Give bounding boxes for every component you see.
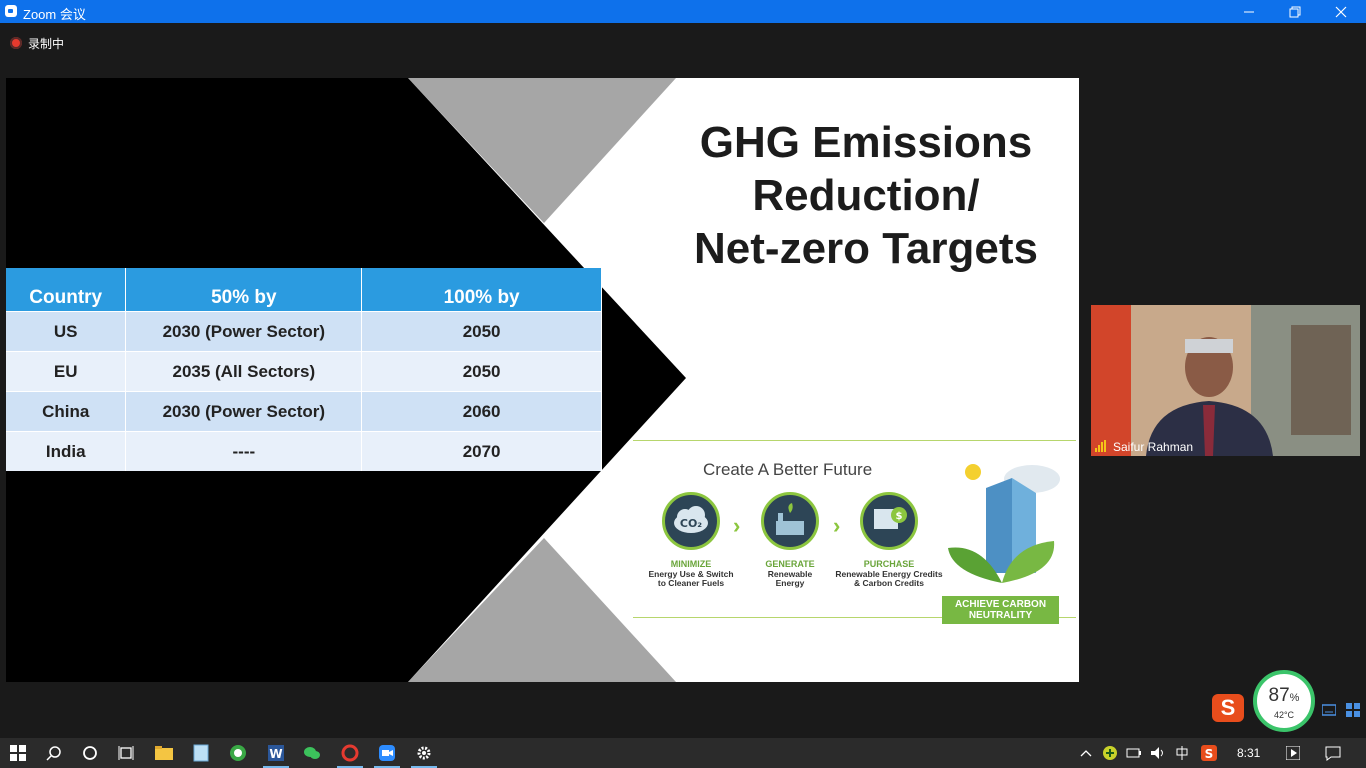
- step-desc: Renewable Energy Credits & Carbon Credit…: [834, 570, 944, 588]
- cpu-temperature: 42°C: [1273, 710, 1295, 720]
- step-desc-line: to Cleaner Fuels: [657, 578, 725, 588]
- sogou-ime-icon[interactable]: S: [1212, 694, 1244, 722]
- table-cell: 2070: [361, 431, 602, 471]
- browser-icon[interactable]: [228, 743, 248, 763]
- title-line-1: GHG Emissions: [699, 118, 1033, 167]
- graphic-top-divider: [633, 440, 1076, 441]
- zoom-app-icon: [5, 5, 17, 17]
- table-row: China 2030 (Power Sector) 2060: [6, 391, 602, 432]
- step-title: MINIMIZE: [670, 559, 712, 569]
- minimize-button[interactable]: [1226, 0, 1272, 23]
- percent-sign: %: [1289, 692, 1300, 704]
- recording-indicator[interactable]: 录制中: [10, 35, 64, 51]
- settings-gear-icon[interactable]: [414, 743, 434, 763]
- zoom-taskbar-icon[interactable]: [377, 743, 397, 763]
- taskbar-clock[interactable]: 8:31: [1237, 746, 1260, 760]
- co2-label: CO₂: [680, 517, 702, 530]
- step-title: PURCHASE: [863, 559, 915, 569]
- recording-label: 录制中: [28, 36, 65, 51]
- achieve-carbon-neutrality-badge: ACHIEVE CARBON NEUTRALITY: [942, 596, 1059, 624]
- file-explorer-icon[interactable]: [154, 743, 174, 763]
- achieve-line-2: NEUTRALITY: [968, 610, 1033, 621]
- sogou-tray-icon[interactable]: S: [1199, 743, 1219, 763]
- cpu-percent: 87%: [1257, 685, 1311, 707]
- participant-video-feed: [1091, 305, 1360, 456]
- graphic-heading: Create A Better Future: [703, 460, 873, 479]
- restore-icon: [1289, 6, 1301, 17]
- svg-text:S: S: [1205, 747, 1214, 761]
- slide-title: GHG Emissions Reduction/ Net-zero Target…: [666, 116, 1066, 275]
- svg-text:W: W: [269, 747, 282, 761]
- windows-start-icon[interactable]: [8, 743, 28, 763]
- chevron-right-icon: ›: [833, 513, 841, 538]
- window-titlebar: Zoom 会议: [0, 0, 1366, 23]
- certificate-icon: $: [860, 492, 918, 550]
- window-title: Zoom 会议: [23, 7, 86, 22]
- step-desc: Energy Use & Switch to Cleaner Fuels: [636, 570, 746, 588]
- table-cell: 2035 (All Sectors): [125, 351, 363, 392]
- close-icon: [1335, 6, 1347, 17]
- percent-value: 87: [1268, 685, 1290, 706]
- close-button[interactable]: [1318, 0, 1364, 23]
- table-row: EU 2035 (All Sectors) 2050: [6, 351, 602, 392]
- svg-text:$: $: [896, 511, 903, 522]
- green-building-icon: [948, 464, 1060, 583]
- task-view-icon[interactable]: [116, 743, 136, 763]
- step-desc-line: & Carbon Credits: [854, 578, 924, 588]
- co2-cloud-icon: CO₂: [662, 492, 720, 550]
- table-cell: 2050: [361, 311, 602, 352]
- factory-icon: [761, 492, 819, 550]
- title-line-3: Net-zero Targets: [694, 224, 1038, 273]
- participant-name: Saifur Rahman: [1113, 440, 1194, 454]
- table-header-row: Country 50% by 100% by: [6, 268, 602, 312]
- table-row: India ---- 2070: [6, 431, 602, 471]
- table-cell: 2030 (Power Sector): [125, 311, 363, 352]
- volume-icon[interactable]: [1148, 743, 1168, 763]
- keyboard-icon[interactable]: [1322, 703, 1336, 717]
- title-line-2: Reduction/: [752, 171, 980, 220]
- table-cell: 2060: [361, 391, 602, 432]
- chevron-right-icon: ›: [733, 513, 741, 538]
- chevron-up-icon[interactable]: [1076, 743, 1096, 763]
- app-red-icon[interactable]: [340, 743, 360, 763]
- table-cell: US: [6, 311, 127, 352]
- minimize-icon: [1244, 11, 1254, 12]
- column-header: 50% by: [125, 268, 363, 312]
- column-header: Country: [6, 268, 127, 312]
- word-icon[interactable]: W: [266, 743, 286, 763]
- participant-video[interactable]: Saifur Rahman: [1091, 305, 1360, 456]
- step-title: GENERATE: [765, 559, 815, 569]
- media-play-icon[interactable]: [1283, 743, 1303, 763]
- targets-table: Country 50% by 100% by US 2030 (Power Se…: [6, 268, 602, 471]
- shared-slide: GHG Emissions Reduction/ Net-zero Target…: [6, 78, 1079, 682]
- column-header: 100% by: [361, 268, 602, 312]
- step-desc-line: Energy: [775, 578, 805, 588]
- windows-taskbar: W S 8:31: [0, 738, 1366, 768]
- record-icon: [10, 37, 22, 49]
- wechat-icon[interactable]: [302, 743, 322, 763]
- achieve-line-1: ACHIEVE CARBON: [954, 599, 1047, 610]
- signal-strength-icon: [1095, 440, 1106, 452]
- input-method-icon[interactable]: [1172, 743, 1192, 763]
- notification-icon[interactable]: [1323, 743, 1343, 763]
- performance-widget[interactable]: 87% 42°C: [1253, 670, 1315, 732]
- battery-icon[interactable]: [1124, 743, 1144, 763]
- search-icon[interactable]: [44, 743, 64, 763]
- cortana-icon[interactable]: [80, 743, 100, 763]
- table-cell: EU: [6, 351, 127, 392]
- step-desc: Renewable Energy: [735, 570, 845, 588]
- table-cell: 2030 (Power Sector): [125, 391, 363, 432]
- tray-plus-icon[interactable]: [1100, 743, 1120, 763]
- table-cell: 2050: [361, 351, 602, 392]
- table-cell: ----: [125, 431, 363, 471]
- grid-icon[interactable]: [1346, 703, 1360, 717]
- restore-button[interactable]: [1272, 0, 1318, 23]
- table-cell: China: [6, 391, 127, 432]
- notepad-icon[interactable]: [191, 743, 211, 763]
- table-cell: India: [6, 431, 127, 471]
- table-row: US 2030 (Power Sector) 2050: [6, 311, 602, 352]
